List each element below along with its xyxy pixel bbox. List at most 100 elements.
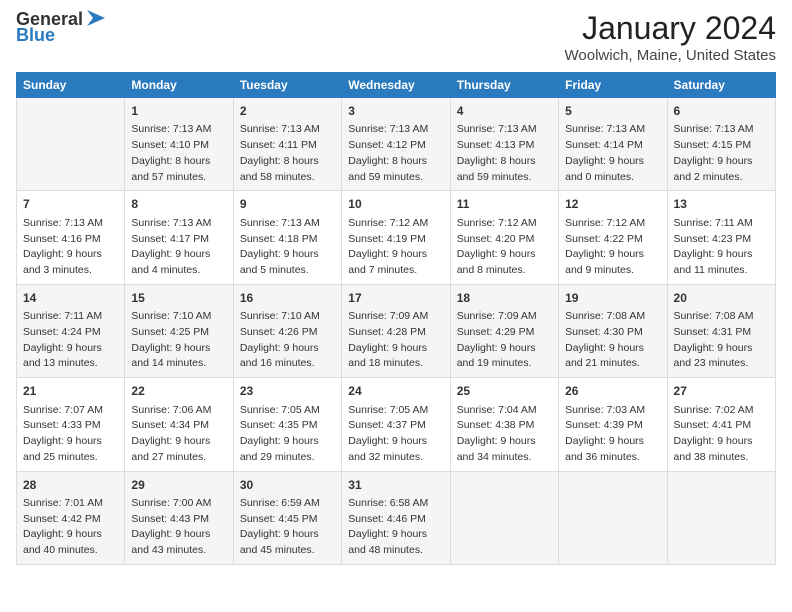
page-subtitle: Woolwich, Maine, United States <box>565 47 777 64</box>
cell-w1-d3: 10 Sunrise: 7:12 AMSunset: 4:19 PMDayligh… <box>342 191 450 284</box>
header-wednesday: Wednesday <box>342 73 450 98</box>
cell-w4-d1: 29Sunrise: 7:00 AMSunset: 4:43 PMDayligh… <box>125 471 233 564</box>
cell-w0-d6: 6Sunrise: 7:13 AMSunset: 4:15 PMDaylight… <box>667 98 775 191</box>
cell-w4-d0: 28Sunrise: 7:01 AMSunset: 4:42 PMDayligh… <box>17 471 125 564</box>
cell-w3-d0: 21 Sunrise: 7:07 AMSunset: 4:33 PMDayligh… <box>17 378 125 471</box>
day-number: 22 <box>131 383 226 400</box>
cell-content: Sunrise: 7:00 AMSunset: 4:43 PMDaylight:… <box>131 496 226 559</box>
day-number: 26 <box>565 383 660 400</box>
calendar-body: 1 Sunrise: 7:13 AMSunset: 4:10 PMDaylight… <box>17 98 776 565</box>
cell-content: Sunrise: 7:08 AMSunset: 4:31 PMDaylight:… <box>674 309 769 372</box>
day-number: 9 <box>240 196 335 213</box>
day-number: 10 <box>348 196 443 213</box>
day-number: 15 <box>131 290 226 307</box>
cell-w0-d4: 4 Sunrise: 7:13 AMSunset: 4:13 PMDaylight… <box>450 98 558 191</box>
day-number: 20 <box>674 290 769 307</box>
cell-w1-d2: 9 Sunrise: 7:13 AMSunset: 4:18 PMDaylight… <box>233 191 341 284</box>
cell-w2-d6: 20 Sunrise: 7:08 AMSunset: 4:31 PMDayligh… <box>667 284 775 377</box>
day-number: 13 <box>674 196 769 213</box>
cell-w4-d2: 30 Sunrise: 6:59 AMSunset: 4:45 PMDayligh… <box>233 471 341 564</box>
cell-w2-d5: 19 Sunrise: 7:08 AMSunset: 4:30 PMDayligh… <box>559 284 667 377</box>
day-number: 21 <box>23 383 118 400</box>
calendar-header: Sunday Monday Tuesday Wednesday Thursday… <box>17 73 776 98</box>
cell-content: Sunrise: 7:13 AMSunset: 4:12 PMDaylight:… <box>348 122 443 185</box>
week-row-2: 14 Sunrise: 7:11 AMSunset: 4:24 PMDayligh… <box>17 284 776 377</box>
cell-content: Sunrise: 7:10 AMSunset: 4:25 PMDaylight:… <box>131 309 226 372</box>
header-friday: Friday <box>559 73 667 98</box>
calendar-table: Sunday Monday Tuesday Wednesday Thursday… <box>16 72 776 565</box>
week-row-1: 7 Sunrise: 7:13 AMSunset: 4:16 PMDaylight… <box>17 191 776 284</box>
cell-w0-d5: 5Sunrise: 7:13 AMSunset: 4:14 PMDaylight… <box>559 98 667 191</box>
cell-w3-d3: 24Sunrise: 7:05 AMSunset: 4:37 PMDayligh… <box>342 378 450 471</box>
cell-w1-d1: 8 Sunrise: 7:13 AMSunset: 4:17 PMDaylight… <box>125 191 233 284</box>
cell-content: Sunrise: 7:06 AMSunset: 4:34 PMDaylight:… <box>131 403 226 466</box>
day-number: 16 <box>240 290 335 307</box>
day-number: 30 <box>240 477 335 494</box>
cell-w0-d3: 3 Sunrise: 7:13 AMSunset: 4:12 PMDaylight… <box>342 98 450 191</box>
cell-w3-d1: 22 Sunrise: 7:06 AMSunset: 4:34 PMDayligh… <box>125 378 233 471</box>
cell-content: Sunrise: 7:13 AMSunset: 4:16 PMDaylight:… <box>23 216 118 279</box>
cell-content: Sunrise: 7:12 AMSunset: 4:20 PMDaylight:… <box>457 216 552 279</box>
week-row-3: 21 Sunrise: 7:07 AMSunset: 4:33 PMDayligh… <box>17 378 776 471</box>
day-number: 27 <box>674 383 769 400</box>
header-sunday: Sunday <box>17 73 125 98</box>
cell-content: Sunrise: 7:07 AMSunset: 4:33 PMDaylight:… <box>23 403 118 466</box>
cell-content: Sunrise: 7:12 AMSunset: 4:19 PMDaylight:… <box>348 216 443 279</box>
cell-w2-d1: 15 Sunrise: 7:10 AMSunset: 4:25 PMDayligh… <box>125 284 233 377</box>
day-number: 11 <box>457 196 552 213</box>
cell-content: Sunrise: 7:09 AMSunset: 4:29 PMDaylight:… <box>457 309 552 372</box>
cell-content: Sunrise: 7:11 AMSunset: 4:24 PMDaylight:… <box>23 309 118 372</box>
cell-content: Sunrise: 7:08 AMSunset: 4:30 PMDaylight:… <box>565 309 660 372</box>
page-title: January 2024 <box>565 10 777 47</box>
cell-w2-d3: 17 Sunrise: 7:09 AMSunset: 4:28 PMDayligh… <box>342 284 450 377</box>
day-number: 18 <box>457 290 552 307</box>
day-number: 14 <box>23 290 118 307</box>
cell-w2-d2: 16 Sunrise: 7:10 AMSunset: 4:26 PMDayligh… <box>233 284 341 377</box>
cell-content: Sunrise: 7:13 AMSunset: 4:14 PMDaylight:… <box>565 122 660 185</box>
cell-content: Sunrise: 7:11 AMSunset: 4:23 PMDaylight:… <box>674 216 769 279</box>
day-number: 3 <box>348 103 443 120</box>
logo: General Blue <box>16 10 107 46</box>
cell-content: Sunrise: 7:13 AMSunset: 4:13 PMDaylight:… <box>457 122 552 185</box>
day-number: 1 <box>131 103 226 120</box>
day-number: 4 <box>457 103 552 120</box>
day-number: 17 <box>348 290 443 307</box>
cell-content: Sunrise: 7:13 AMSunset: 4:11 PMDaylight:… <box>240 122 335 185</box>
day-number: 23 <box>240 383 335 400</box>
cell-w0-d0 <box>17 98 125 191</box>
cell-w4-d4 <box>450 471 558 564</box>
cell-w3-d5: 26Sunrise: 7:03 AMSunset: 4:39 PMDayligh… <box>559 378 667 471</box>
cell-w1-d0: 7 Sunrise: 7:13 AMSunset: 4:16 PMDaylight… <box>17 191 125 284</box>
cell-content: Sunrise: 7:10 AMSunset: 4:26 PMDaylight:… <box>240 309 335 372</box>
cell-w2-d4: 18 Sunrise: 7:09 AMSunset: 4:29 PMDayligh… <box>450 284 558 377</box>
cell-content: Sunrise: 7:13 AMSunset: 4:18 PMDaylight:… <box>240 216 335 279</box>
cell-content: Sunrise: 7:02 AMSunset: 4:41 PMDaylight:… <box>674 403 769 466</box>
page-container: General Blue January 2024 Woolwich, Main… <box>0 0 792 575</box>
cell-w1-d5: 12Sunrise: 7:12 AMSunset: 4:22 PMDayligh… <box>559 191 667 284</box>
logo-text-line2: Blue <box>16 26 55 46</box>
cell-content: Sunrise: 6:58 AMSunset: 4:46 PMDaylight:… <box>348 496 443 559</box>
cell-w2-d0: 14 Sunrise: 7:11 AMSunset: 4:24 PMDayligh… <box>17 284 125 377</box>
cell-content: Sunrise: 6:59 AMSunset: 4:45 PMDaylight:… <box>240 496 335 559</box>
day-number: 7 <box>23 196 118 213</box>
day-number: 8 <box>131 196 226 213</box>
cell-content: Sunrise: 7:01 AMSunset: 4:42 PMDaylight:… <box>23 496 118 559</box>
header-thursday: Thursday <box>450 73 558 98</box>
day-number: 24 <box>348 383 443 400</box>
cell-content: Sunrise: 7:04 AMSunset: 4:38 PMDaylight:… <box>457 403 552 466</box>
header-tuesday: Tuesday <box>233 73 341 98</box>
cell-w0-d1: 1 Sunrise: 7:13 AMSunset: 4:10 PMDaylight… <box>125 98 233 191</box>
day-number: 31 <box>348 477 443 494</box>
cell-content: Sunrise: 7:13 AMSunset: 4:17 PMDaylight:… <box>131 216 226 279</box>
cell-w3-d4: 25Sunrise: 7:04 AMSunset: 4:38 PMDayligh… <box>450 378 558 471</box>
day-number: 12 <box>565 196 660 213</box>
cell-w3-d2: 23Sunrise: 7:05 AMSunset: 4:35 PMDayligh… <box>233 378 341 471</box>
cell-content: Sunrise: 7:09 AMSunset: 4:28 PMDaylight:… <box>348 309 443 372</box>
day-number: 19 <box>565 290 660 307</box>
cell-w3-d6: 27 Sunrise: 7:02 AMSunset: 4:41 PMDayligh… <box>667 378 775 471</box>
cell-w1-d4: 11 Sunrise: 7:12 AMSunset: 4:20 PMDayligh… <box>450 191 558 284</box>
cell-content: Sunrise: 7:13 AMSunset: 4:15 PMDaylight:… <box>674 122 769 185</box>
title-block: January 2024 Woolwich, Maine, United Sta… <box>565 10 777 64</box>
header-row: Sunday Monday Tuesday Wednesday Thursday… <box>17 73 776 98</box>
cell-content: Sunrise: 7:13 AMSunset: 4:10 PMDaylight:… <box>131 122 226 185</box>
